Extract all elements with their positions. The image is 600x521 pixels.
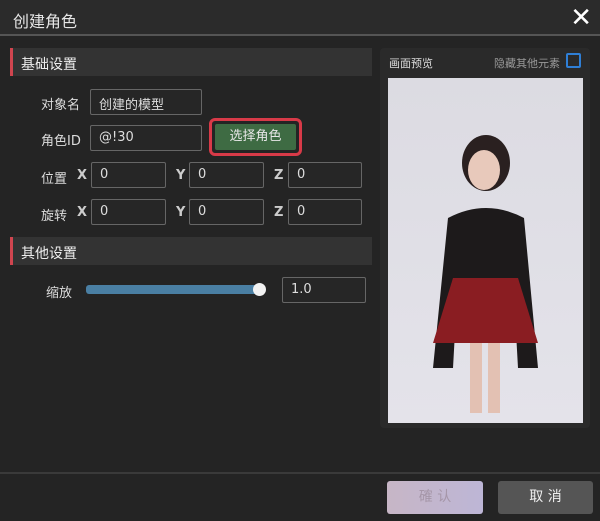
role-id-label: 角色ID bbox=[41, 134, 81, 149]
rotation-z-input[interactable]: 0 bbox=[288, 199, 362, 225]
object-name-input[interactable]: 创建的模型 bbox=[90, 89, 202, 115]
position-z-input[interactable]: 0 bbox=[288, 162, 362, 188]
title-bar bbox=[0, 0, 600, 36]
section-title: 基础设置 bbox=[21, 57, 77, 73]
scale-input[interactable]: 1.0 bbox=[282, 277, 366, 303]
name-label: 对象名 bbox=[41, 98, 81, 113]
rotation-x-input[interactable]: 0 bbox=[91, 199, 166, 225]
scale-slider[interactable] bbox=[86, 285, 260, 294]
rotation-label: 旋转 bbox=[41, 209, 68, 224]
axis-x: X bbox=[77, 205, 88, 220]
cancel-button[interactable]: 取 消 bbox=[498, 481, 593, 514]
confirm-button[interactable]: 確 认 bbox=[387, 481, 483, 514]
character-figure bbox=[433, 135, 538, 413]
position-x-input[interactable]: 0 bbox=[91, 162, 166, 188]
select-role-button[interactable]: 选择角色 bbox=[209, 118, 302, 156]
position-label: 位置 bbox=[41, 172, 68, 187]
scale-label: 缩放 bbox=[46, 286, 73, 301]
hide-others-checkbox[interactable] bbox=[566, 53, 581, 68]
hide-others-label: 隐藏其他元素 bbox=[494, 57, 560, 70]
axis-y: Y bbox=[176, 205, 186, 220]
close-icon[interactable]: ✕ bbox=[570, 3, 592, 33]
axis-z: Z bbox=[274, 205, 284, 220]
window-title: 创建角色 bbox=[13, 12, 78, 31]
select-role-label: 选择角色 bbox=[215, 124, 296, 150]
section-title: 其他设置 bbox=[21, 246, 77, 262]
preview-title: 画面预览 bbox=[389, 57, 433, 70]
axis-y: Y bbox=[176, 168, 186, 183]
section-other: 其他设置 bbox=[10, 237, 372, 265]
scale-slider-handle[interactable] bbox=[253, 283, 266, 296]
axis-x: X bbox=[77, 168, 88, 183]
section-basic: 基础设置 bbox=[10, 48, 372, 76]
footer-divider bbox=[0, 472, 600, 474]
position-y-input[interactable]: 0 bbox=[189, 162, 264, 188]
axis-z: Z bbox=[274, 168, 284, 183]
character-preview-image bbox=[388, 78, 583, 423]
rotation-y-input[interactable]: 0 bbox=[189, 199, 264, 225]
role-id-input[interactable]: @!30 bbox=[90, 125, 202, 151]
